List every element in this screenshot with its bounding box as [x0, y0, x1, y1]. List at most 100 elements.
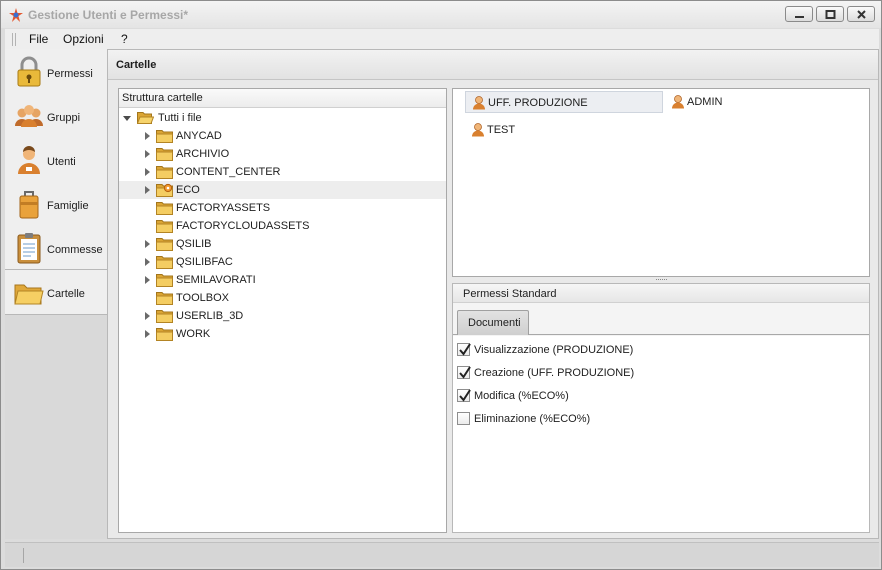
expand-arrow-icon[interactable] [143, 168, 151, 176]
user-icon [18, 146, 40, 174]
minimize-button[interactable] [785, 6, 813, 22]
permission-label: Visualizzazione (PRODUZIONE) [474, 344, 634, 356]
nav-bottom-area [5, 315, 108, 539]
expand-arrow-icon[interactable] [143, 312, 151, 320]
check-icon [459, 343, 471, 356]
permission-label: Creazione (UFF. PRODUZIONE) [474, 367, 635, 379]
tree-folder-label: QSILIB [176, 238, 212, 250]
nav-item-utenti[interactable]: Utenti [5, 139, 108, 183]
title-bar[interactable]: Gestione Utenti e Permessi* [1, 1, 881, 28]
main-panel: Cartelle Struttura cartelle Tutti i file… [107, 49, 879, 539]
nav-item-commesse[interactable]: Commesse [5, 227, 108, 271]
nav-item-permessi[interactable]: Permessi [5, 51, 108, 95]
folder-icon [156, 148, 173, 161]
nav-item-cartelle[interactable]: Cartelle [5, 269, 108, 315]
menu-help[interactable]: ? [121, 32, 128, 46]
tree-folder-row[interactable]: TOOLBOX [119, 289, 446, 307]
permissions-panel: Permessi Standard Documenti Visualizzazi… [452, 283, 870, 533]
user-item-uff-produzione[interactable]: UFF. PRODUZIONE [465, 91, 663, 113]
tree-folder-row[interactable]: QSILIB [119, 235, 446, 253]
permission-eliminazione[interactable]: Eliminazione (%ECO%) [457, 411, 757, 427]
tree-folder-row[interactable]: FACTORYASSETS [119, 199, 446, 217]
tree-folder-row[interactable]: SEMILAVORATI [119, 271, 446, 289]
nav-item-gruppi[interactable]: Gruppi [5, 95, 108, 139]
folder-icon [14, 284, 44, 305]
checkbox[interactable] [457, 343, 471, 356]
folder-icon [156, 310, 173, 323]
tree-root-row[interactable]: Tutti i file [119, 109, 446, 127]
tree-folder-row[interactable]: WORK [119, 325, 446, 343]
tree-folder-label: CONTENT_CENTER [176, 166, 281, 178]
folder-tree-panel[interactable]: Struttura cartelle Tutti i file ANYCAD AR… [118, 88, 447, 533]
tree-folder-label: USERLIB_3D [176, 310, 244, 322]
user-label: UFF. PRODUZIONE [488, 97, 588, 109]
tab-documenti[interactable]: Documenti [457, 310, 529, 335]
permissions-header: Permessi Standard [453, 284, 869, 303]
nav-item-famiglie[interactable]: Famiglie [5, 183, 108, 227]
menu-grip[interactable] [12, 33, 16, 46]
expand-arrow-icon[interactable] [143, 258, 151, 266]
tree-folder-row[interactable]: USERLIB_3D [119, 307, 446, 325]
expand-arrow-icon[interactable] [143, 276, 151, 284]
window-controls [785, 6, 875, 22]
expand-arrow-icon[interactable] [143, 240, 151, 248]
splitter-handle[interactable] [655, 278, 669, 281]
user-item-test[interactable]: TEST [465, 119, 545, 141]
collapse-arrow-icon[interactable] [123, 114, 131, 122]
menu-bar: File Opzioni ? [5, 29, 879, 49]
permission-modifica[interactable]: Modifica (%ECO%) [457, 388, 757, 404]
nav-label-utenti: Utenti [47, 156, 76, 168]
nav-label-gruppi: Gruppi [47, 112, 81, 124]
folder-icon [156, 292, 173, 305]
menu-file[interactable]: File [29, 32, 48, 46]
user-icon [672, 95, 684, 109]
tree-folder-label: FACTORYASSETS [176, 202, 271, 214]
tree-folder-row[interactable]: CONTENT_CENTER [119, 163, 446, 181]
group-icon [15, 105, 43, 127]
nav-label-famiglie: Famiglie [47, 200, 89, 212]
permissions-body: Visualizzazione (PRODUZIONE) Creazione (… [453, 336, 869, 532]
tree-folder-row[interactable]: FACTORYCLOUDASSETS [119, 217, 446, 235]
checkbox[interactable] [457, 366, 471, 379]
user-label: ADMIN [687, 96, 723, 108]
check-icon [459, 389, 471, 402]
permission-visualizzazione[interactable]: Visualizzazione (PRODUZIONE) [457, 342, 757, 358]
briefcase-icon [19, 191, 39, 219]
expand-arrow-icon[interactable] [143, 150, 151, 158]
tree-folder-row[interactable]: ARCHIVIO [119, 145, 446, 163]
tree-folder-label: QSILIBFAC [176, 256, 233, 268]
tree-folder-label: FACTORYCLOUDASSETS [176, 220, 310, 232]
tree-folder-label: ANYCAD [176, 130, 222, 142]
tree-folder-row[interactable]: QSILIBFAC [119, 253, 446, 271]
folder-icon [156, 166, 173, 179]
permissions-tabs: Documenti [453, 310, 869, 335]
folder-icon [156, 328, 173, 341]
app-window: Gestione Utenti e Permessi* File Opzioni… [0, 0, 882, 570]
tree-folder-label: SEMILAVORATI [176, 274, 256, 286]
maximize-button[interactable] [816, 6, 844, 22]
users-list-panel[interactable]: UFF. PRODUZIONE ADMIN TEST [452, 88, 870, 277]
clipboard-icon [17, 233, 41, 264]
tree-folder-label: ARCHIVIO [176, 148, 230, 160]
checkbox[interactable] [457, 412, 470, 425]
open-folder-icon [137, 112, 154, 124]
tree-folder-row[interactable]: ECO [119, 181, 446, 199]
close-button[interactable] [847, 6, 875, 22]
window-title: Gestione Utenti e Permessi* [28, 8, 189, 22]
tree-header-label: Struttura cartelle [122, 92, 203, 104]
user-label: TEST [487, 124, 516, 136]
permission-label: Eliminazione (%ECO%) [474, 413, 591, 425]
close-icon [857, 10, 866, 19]
checkbox[interactable] [457, 389, 471, 402]
expand-arrow-icon[interactable] [143, 186, 151, 194]
folder-icon [156, 130, 173, 143]
user-item-admin[interactable]: ADMIN [665, 91, 745, 113]
expand-arrow-icon[interactable] [143, 132, 151, 140]
permission-creazione[interactable]: Creazione (UFF. PRODUZIONE) [457, 365, 757, 381]
expand-arrow-icon[interactable] [143, 330, 151, 338]
tree-folder-row[interactable]: ANYCAD [119, 127, 446, 145]
tree-folder-label: ECO [176, 184, 200, 196]
folder-icon [156, 238, 173, 251]
menu-options[interactable]: Opzioni [63, 32, 104, 46]
status-divider [23, 548, 24, 563]
